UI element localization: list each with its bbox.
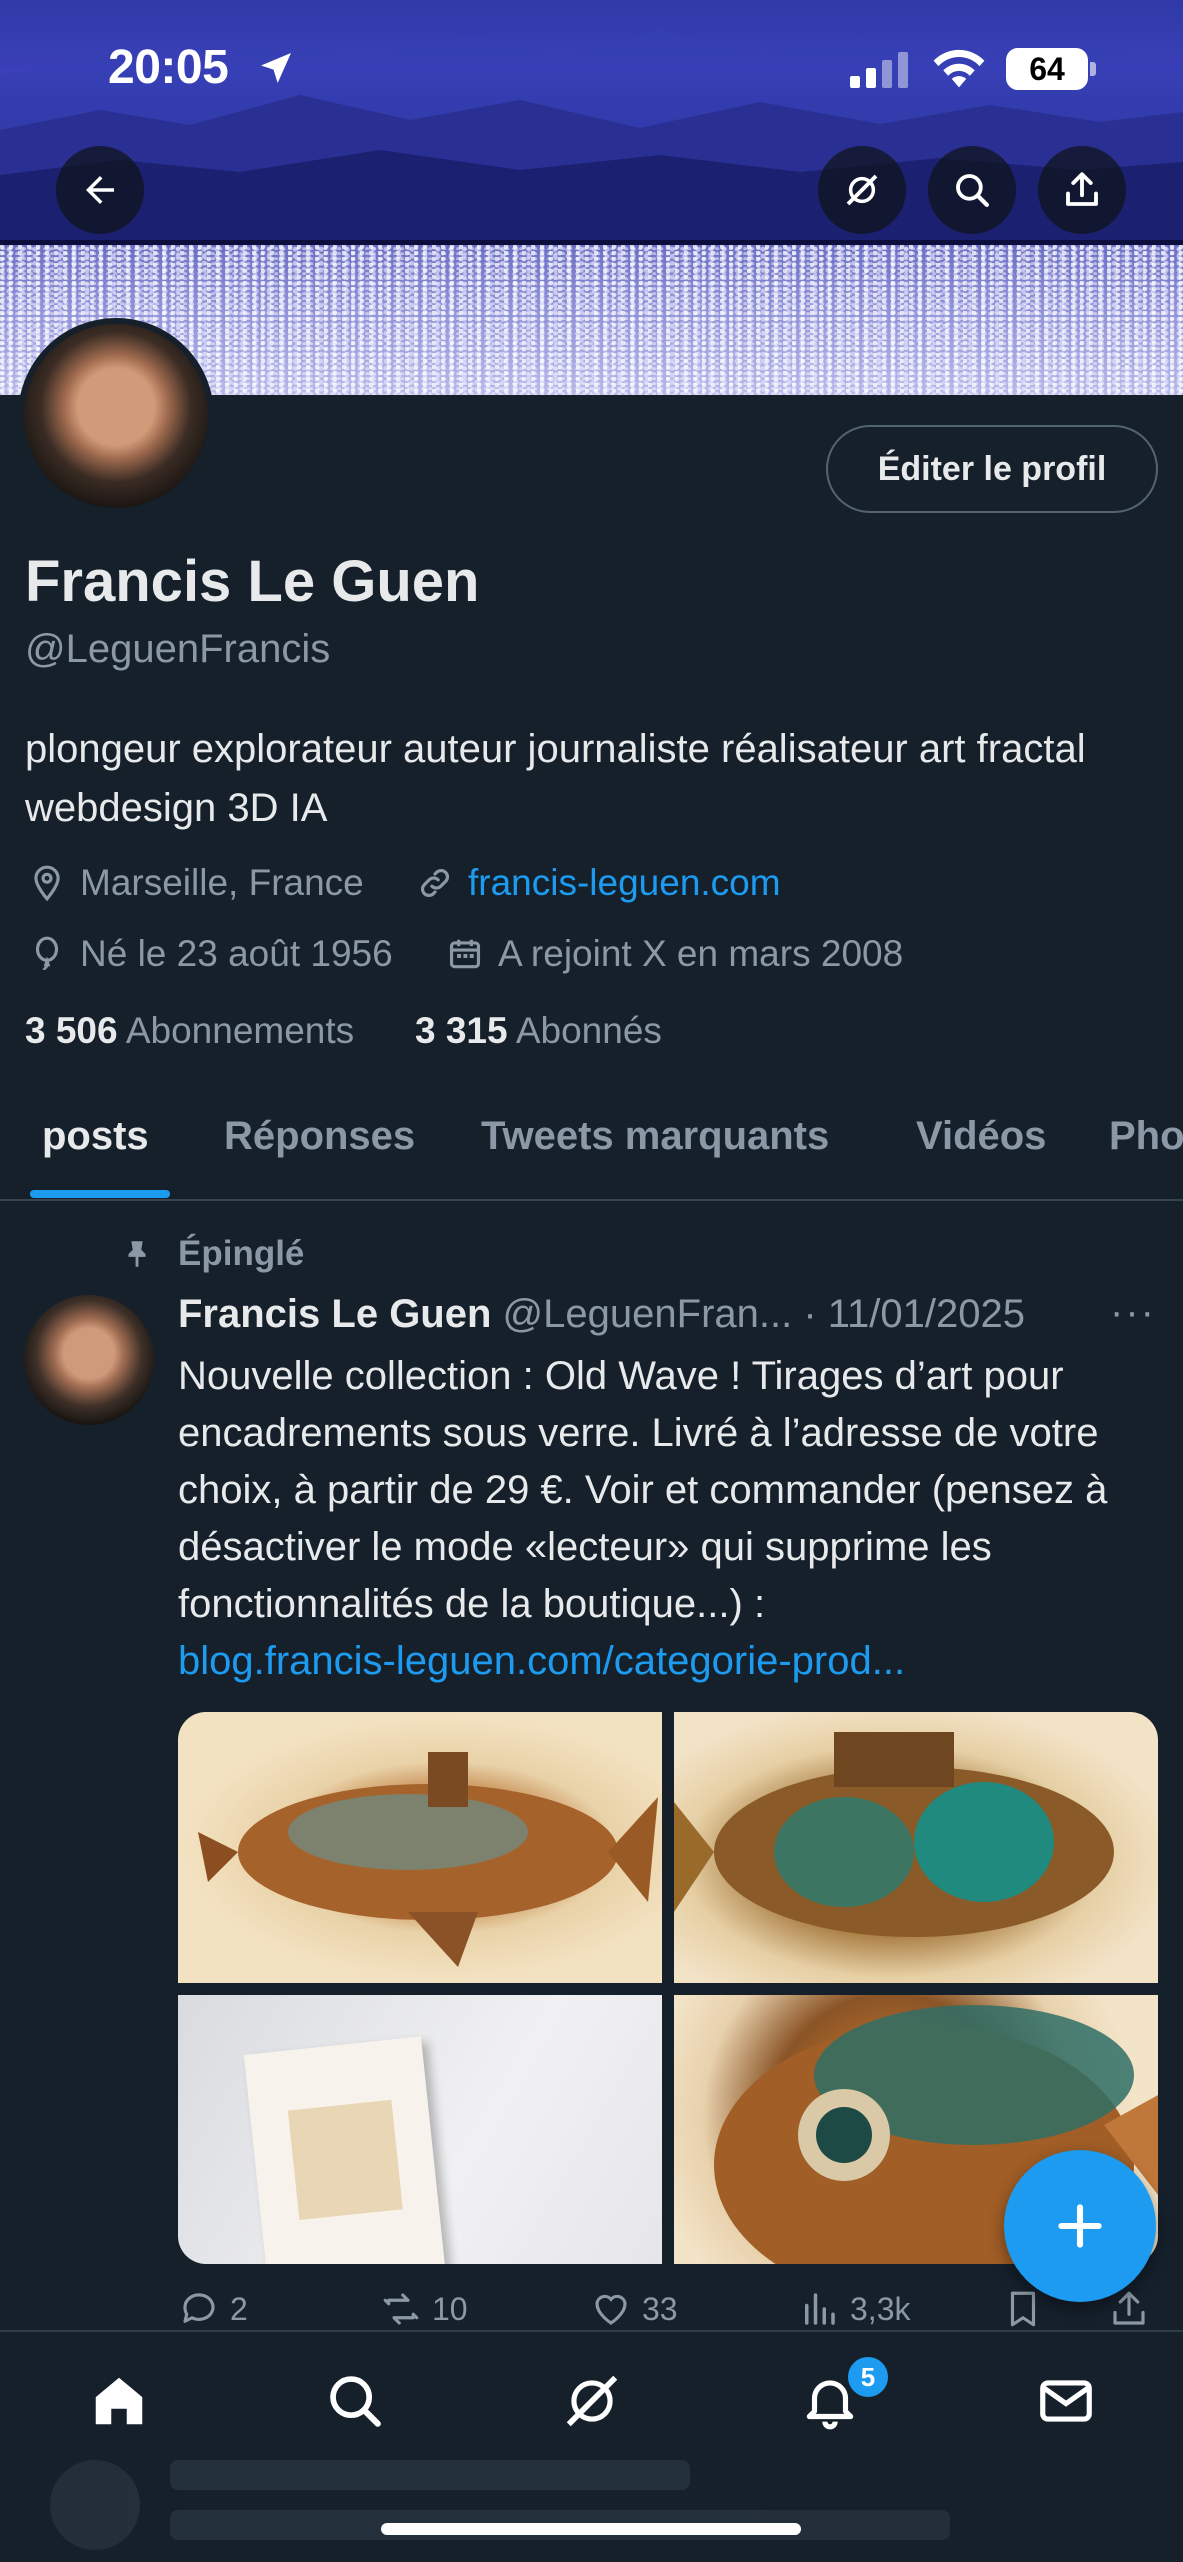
views-action[interactable]: 3,3k: [798, 2288, 910, 2330]
media-image-2[interactable]: [674, 1712, 1158, 1983]
repost-action[interactable]: 10: [380, 2288, 468, 2330]
profile-avatar[interactable]: [18, 318, 214, 514]
media-image-3[interactable]: [178, 1995, 662, 2264]
post-more-button[interactable]: ···: [1110, 1290, 1156, 1335]
repost-count: 10: [432, 2290, 468, 2327]
battery-tip: [1090, 62, 1096, 76]
post-share-action[interactable]: [1108, 2288, 1160, 2330]
reply-action[interactable]: 2: [178, 2288, 248, 2330]
reply-icon: [183, 2293, 215, 2323]
pin-icon: [128, 1241, 146, 1267]
tab-replies[interactable]: Réponses: [224, 1114, 415, 1159]
nav-messages[interactable]: [1031, 2366, 1101, 2436]
tab-photos[interactable]: Pho: [1109, 1114, 1183, 1159]
plus-icon: [1058, 2204, 1102, 2248]
location-arrow-icon: [261, 53, 291, 83]
tab-highlights[interactable]: Tweets marquants: [481, 1114, 829, 1159]
grok-icon: [846, 174, 878, 206]
tab-videos[interactable]: Vidéos: [916, 1114, 1046, 1159]
grok-button[interactable]: [818, 146, 906, 234]
following-link[interactable]: 3 506 Abonnements: [25, 1010, 354, 1052]
bookmark-icon: [1010, 2291, 1036, 2327]
notifications-badge: 5: [845, 2354, 891, 2400]
tab-posts[interactable]: posts: [42, 1114, 149, 1159]
post-author-avatar[interactable]: [24, 1295, 154, 1425]
scrolled-content-ghost: [0, 2440, 1183, 2560]
profile-location: Marseille, France: [28, 862, 364, 904]
search-icon: [330, 2376, 381, 2427]
profile-website[interactable]: francis-leguen.com: [416, 862, 781, 904]
steampunk-fish-submarine-image: [674, 1732, 1114, 1937]
home-icon: [95, 2377, 143, 2425]
followers-count: 3 315: [415, 1010, 508, 1051]
steampunk-shark-submarine-image: [198, 1752, 658, 1967]
profile-name: Francis Le Guen: [25, 549, 480, 614]
repost-icon: [383, 2293, 419, 2325]
edit-profile-button[interactable]: Éditer le profil: [826, 425, 1158, 513]
pinned-label: Épinglé: [120, 1234, 304, 1274]
calendar-icon: [449, 939, 481, 969]
status-time: 20:05: [108, 41, 229, 94]
birth-text: Né le 23 août 1956: [80, 933, 393, 974]
grok-icon: [566, 2375, 618, 2427]
followers-link[interactable]: 3 315 Abonnés: [415, 1010, 662, 1052]
nav-home[interactable]: [84, 2366, 154, 2436]
post-link[interactable]: blog.francis-leguen.com/categorie-prod..…: [178, 1633, 1168, 1690]
nav-search[interactable]: [320, 2366, 390, 2436]
views-count: 3,3k: [850, 2290, 911, 2327]
share-icon: [1066, 172, 1098, 206]
joined-text: A rejoint X en mars 2008: [498, 933, 904, 974]
tabs-divider: [0, 1199, 1183, 1201]
location-text: Marseille, France: [80, 862, 364, 903]
balloon-icon: [35, 936, 59, 971]
mail-icon: [1040, 2380, 1092, 2422]
like-count: 33: [642, 2290, 678, 2327]
following-count: 3 506: [25, 1010, 118, 1051]
media-image-1[interactable]: [178, 1712, 662, 1983]
back-button[interactable]: [56, 146, 144, 234]
views-icon: [805, 2293, 835, 2325]
active-tab-indicator: [30, 1190, 170, 1198]
link-icon: [421, 869, 449, 897]
location-pin-icon: [34, 865, 60, 902]
signal-icon: [850, 52, 908, 88]
following-label: Abonnements: [125, 1010, 355, 1051]
heart-icon: [595, 2294, 627, 2325]
battery-level: 64: [1029, 50, 1065, 87]
profile-bio: plongeur explorateur auteur journaliste …: [25, 727, 1086, 830]
home-indicator[interactable]: [381, 2523, 801, 2535]
nav-grok[interactable]: [557, 2366, 627, 2436]
wifi-icon: [933, 49, 985, 88]
pinned-text: Épinglé: [178, 1234, 305, 1273]
share-icon: [1113, 2291, 1145, 2325]
search-icon: [956, 174, 989, 207]
battery-indicator: 64: [1006, 48, 1088, 90]
post-text: Nouvelle collection : Old Wave ! Tirages…: [178, 1354, 1108, 1626]
like-action[interactable]: 33: [590, 2288, 678, 2330]
compose-button[interactable]: [1004, 2150, 1156, 2302]
followers-label: Abonnés: [515, 1010, 662, 1051]
reply-count: 2: [230, 2290, 248, 2327]
arrow-left-icon: [86, 176, 114, 204]
website-link[interactable]: francis-leguen.com: [468, 862, 781, 904]
post-header: Francis Le Guen @LeguenFran... · 11/01/2…: [178, 1292, 1025, 1337]
framed-print: [243, 2036, 447, 2264]
profile-birth: Né le 23 août 1956: [28, 933, 393, 975]
post-media-grid[interactable]: [178, 1712, 1158, 2264]
share-button[interactable]: [1038, 146, 1126, 234]
post-handle-date: @LeguenFran... · 11/01/2025: [502, 1292, 1025, 1336]
search-button[interactable]: [928, 146, 1016, 234]
profile-handle: @LeguenFrancis: [25, 627, 331, 671]
post-body: Nouvelle collection : Old Wave ! Tirages…: [178, 1348, 1168, 1690]
post-author-name[interactable]: Francis Le Guen: [178, 1292, 491, 1336]
profile-joined: A rejoint X en mars 2008: [446, 933, 903, 975]
